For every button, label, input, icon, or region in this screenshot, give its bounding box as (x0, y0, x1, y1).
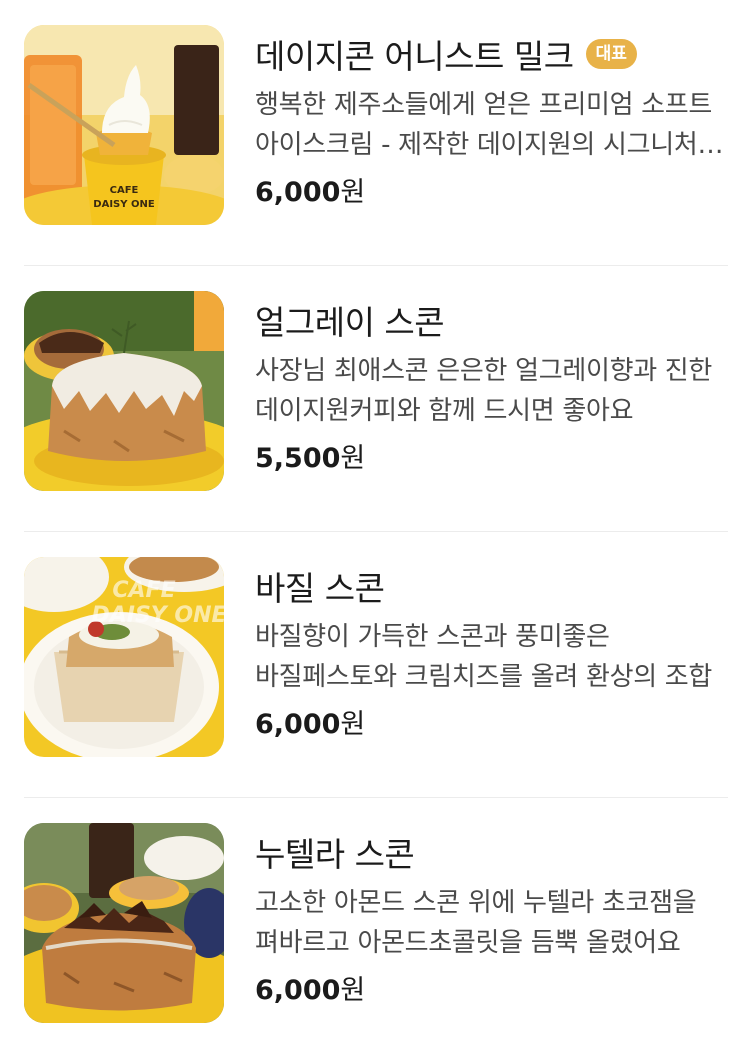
title-row: 누텔라 스콘 (255, 822, 730, 882)
menu-item-info: 데이지콘 어니스트 밀크 대표 행복한 제주소들에게 얻은 프리미엄 소프트 아… (255, 24, 730, 213)
signature-badge: 대표 (585, 39, 637, 69)
menu-item-title: 바질 스콘 (255, 569, 385, 608)
price-unit: 원 (340, 443, 366, 474)
menu-item-description: 바질향이 가득한 스콘과 풍미좋은 바질페스토와 크림치즈를 올려 환상의 조합 (255, 622, 713, 692)
price-amount: 5,500 (255, 443, 341, 474)
menu-item-photo[interactable] (24, 291, 224, 491)
menu-item-price: 6,000원 (255, 705, 730, 745)
svg-text:CAFE: CAFE (112, 578, 175, 603)
menu-item-photo[interactable]: CAFE DAISY ONE (24, 557, 224, 757)
title-row: 얼그레이 스콘 (255, 290, 730, 350)
menu-item-info: 바질 스콘 바질향이 가득한 스콘과 풍미좋은 바질페스토와 크림치즈를 올려 … (255, 556, 730, 745)
svg-text:DAISY ONE: DAISY ONE (93, 199, 155, 210)
menu-item-daisy-cone[interactable]: CAFE DAISY ONE 데이지콘 어니스트 밀크 대표 행복한 제주소들에… (0, 0, 756, 266)
menu-item-price: 5,500원 (255, 439, 730, 479)
price-amount: 6,000 (255, 177, 341, 208)
menu-item-title: 누텔라 스콘 (255, 835, 415, 874)
menu-item-info: 얼그레이 스콘 사장님 최애스콘 은은한 얼그레이향과 진한 데이지원커피와 함… (255, 290, 730, 479)
menu-item-description: 사장님 최애스콘 은은한 얼그레이향과 진한 데이지원커피와 함께 드시면 좋아… (255, 356, 713, 426)
svg-text:DAISY ONE: DAISY ONE (91, 603, 224, 628)
basil-scone-photo: CAFE DAISY ONE (24, 557, 224, 757)
menu-item-description: 행복한 제주소들에게 얻은 프리미엄 소프트 아이스크림 - 제작한 데이지원의… (255, 90, 713, 160)
menu-item-description: 고소한 아몬드 스콘 위에 누텔라 초코잼을 펴바르고 아몬드초콜릿을 듬뿍 올… (255, 888, 697, 958)
menu-item-nutella-scone[interactable]: 누텔라 스콘 고소한 아몬드 스콘 위에 누텔라 초코잼을 펴바르고 아몬드초콜… (0, 798, 756, 1064)
price-amount: 6,000 (255, 975, 341, 1006)
menu-item-earl-grey-scone[interactable]: 얼그레이 스콘 사장님 최애스콘 은은한 얼그레이향과 진한 데이지원커피와 함… (0, 266, 756, 532)
price-amount: 6,000 (255, 709, 341, 740)
price-unit: 원 (340, 975, 366, 1006)
earl-grey-scone-photo (24, 291, 224, 491)
svg-text:CAFE: CAFE (110, 185, 139, 196)
menu-item-title: 얼그레이 스콘 (255, 303, 445, 342)
price-unit: 원 (340, 177, 366, 208)
menu-item-price: 6,000원 (255, 173, 730, 213)
menu-item-photo[interactable] (24, 823, 224, 1023)
menu-item-info: 누텔라 스콘 고소한 아몬드 스콘 위에 누텔라 초코잼을 펴바르고 아몬드초콜… (255, 822, 730, 1011)
title-row: 바질 스콘 (255, 556, 730, 616)
nutella-scone-photo (24, 823, 224, 1023)
menu-item-title: 데이지콘 어니스트 밀크 (255, 37, 574, 76)
menu-item-photo[interactable]: CAFE DAISY ONE (24, 25, 224, 225)
title-row: 데이지콘 어니스트 밀크 대표 (255, 24, 730, 84)
price-unit: 원 (340, 709, 366, 740)
menu-item-basil-scone[interactable]: CAFE DAISY ONE 바질 스콘 바질향이 가득한 스콘과 풍미좋은 바… (0, 532, 756, 798)
menu-item-price: 6,000원 (255, 971, 730, 1011)
soft-serve-ice-cream-photo: CAFE DAISY ONE (24, 25, 224, 225)
